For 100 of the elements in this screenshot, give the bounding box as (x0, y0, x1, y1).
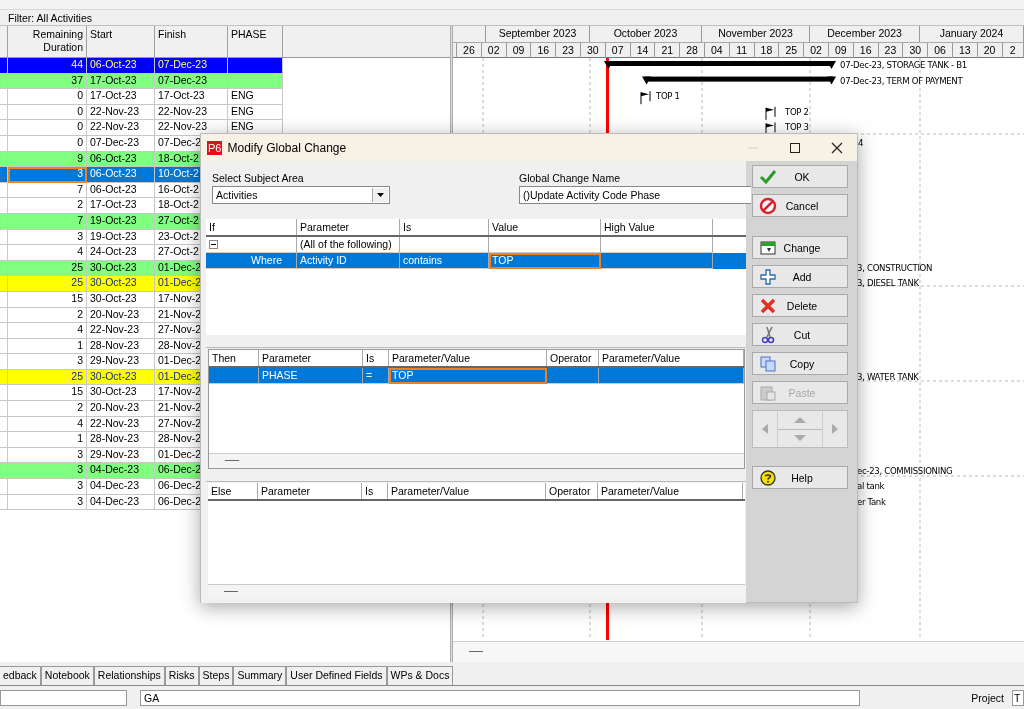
table-cell: 07-Dec-23 (155, 58, 228, 74)
table-cell: 17-Oct-23 (155, 89, 228, 105)
month-header: January 2024 (920, 26, 1024, 42)
bar-label: er Tank (857, 495, 886, 508)
week-header: 25 (779, 42, 805, 58)
column-header: Then (209, 350, 259, 366)
cancel-button[interactable]: Cancel (752, 194, 848, 217)
column-header: If (206, 219, 297, 235)
table-cell: 30-Oct-23 (87, 276, 155, 292)
table-cell: ENG (228, 89, 283, 105)
table-cell: Activity ID (300, 253, 347, 268)
table-cell (228, 58, 283, 74)
column-header: Parameter (258, 483, 362, 499)
table-cell: 22-Nov-23 (87, 120, 155, 136)
week-header: 02 (481, 42, 507, 58)
detail-tab[interactable]: Summary (233, 666, 287, 685)
table-cell: 22-Nov-23 (87, 323, 155, 339)
action-row[interactable]: PHASE = TOP (209, 368, 744, 384)
copy-button[interactable]: Copy (752, 352, 848, 375)
subject-area-dropdown[interactable]: Activities (212, 186, 390, 204)
table-row[interactable]: 0 22-Nov-23 22-Nov-23 ENG (0, 120, 283, 136)
description-field[interactable]: GA (140, 690, 860, 706)
table-cell: 7 (8, 213, 87, 230)
bar-label: al tank (857, 480, 885, 493)
column-header: Is (363, 350, 389, 366)
add-button[interactable]: Add (752, 265, 848, 288)
x-icon (759, 296, 777, 315)
week-header: 23 (556, 42, 581, 58)
condition-row[interactable]: Where Activity ID contains TOP (206, 253, 746, 269)
table-cell: 4 (8, 245, 87, 261)
input-field[interactable] (0, 690, 127, 706)
week-header: 16 (531, 42, 557, 58)
table-cell: 17-Oct-23 (87, 89, 155, 105)
column-header: Operator (547, 350, 599, 366)
table-cell: 04-Dec-23 (87, 479, 155, 495)
table-cell: 0 (8, 89, 87, 105)
month-header: October 2023 (590, 26, 702, 42)
table-cell: 25 (8, 276, 87, 292)
detail-tab[interactable]: Risks (164, 666, 199, 685)
copy-icon (759, 354, 777, 373)
week-header: 30 (581, 42, 606, 58)
left-arrow-icon (762, 424, 768, 434)
table-cell: 20-Nov-23 (87, 401, 155, 417)
table-cell: 30-Oct-23 (87, 291, 155, 308)
summary-bar[interactable] (642, 76, 836, 85)
up-arrow-icon (794, 416, 806, 423)
week-header: 26 (457, 42, 482, 58)
table-cell: 1 (8, 432, 87, 448)
window-icon (759, 238, 777, 257)
week-header: 09 (506, 42, 532, 58)
table-cell: 2 (8, 401, 87, 417)
detail-tab[interactable]: edback (0, 666, 41, 685)
month-header: November 2023 (702, 26, 810, 42)
column-header[interactable]: Finish (155, 26, 228, 57)
column-header: Parameter/Value (598, 483, 743, 499)
table-cell: 24-Oct-23 (87, 245, 155, 261)
table-cell: 2 (8, 198, 87, 214)
detail-tab[interactable]: WPs & Docs (386, 666, 454, 685)
maximize-icon[interactable] (789, 141, 801, 154)
collapse-icon[interactable] (209, 240, 218, 249)
milestone-marker[interactable] (765, 121, 776, 136)
column-header[interactable]: Start (87, 26, 155, 57)
column-header: Else (208, 483, 258, 499)
close-icon[interactable] (831, 141, 843, 154)
column-header[interactable]: Remaining Duration (8, 26, 87, 57)
scissors-icon (759, 325, 777, 344)
down-arrow-icon (794, 435, 806, 442)
detail-tab[interactable]: Notebook (40, 666, 94, 685)
help-button[interactable]: Help (752, 466, 848, 489)
week-header: 11 (729, 42, 755, 58)
week-header: 23 (878, 42, 904, 58)
milestone-marker[interactable] (640, 90, 651, 105)
bar-label: 3, CONSTRUCTION (857, 261, 933, 274)
detail-tab[interactable]: User Defined Fields (286, 666, 387, 685)
ok-button[interactable]: OK (752, 165, 848, 188)
week-header: 09 (828, 42, 854, 58)
table-row[interactable]: 44 06-Oct-23 07-Dec-23 (0, 58, 283, 74)
table-cell: 04-Dec-23 (87, 494, 155, 511)
week-header: 20 (977, 42, 1003, 58)
table-row[interactable]: 0 17-Oct-23 17-Oct-23 ENG (0, 89, 283, 105)
column-header[interactable]: PHASE (228, 26, 283, 57)
plus-icon (759, 267, 777, 286)
column-header: Parameter (297, 219, 400, 235)
prohibited-icon (759, 196, 777, 215)
check-icon (759, 167, 777, 186)
detail-tab[interactable]: Relationships (93, 666, 165, 685)
week-header: 30 (903, 42, 929, 58)
column-header: Parameter (259, 350, 363, 366)
table-cell: contains (403, 253, 443, 268)
milestone-marker[interactable] (765, 106, 776, 121)
change-button[interactable]: Change (752, 236, 848, 259)
cut-button[interactable]: Cut (752, 323, 848, 346)
column-header: Value (489, 219, 601, 235)
detail-tab[interactable]: Steps (198, 666, 234, 685)
delete-button[interactable]: Delete (752, 294, 848, 317)
project-field[interactable]: T (1012, 690, 1024, 706)
summary-bar[interactable] (604, 61, 836, 69)
column-header: Is (362, 483, 388, 499)
global-change-name-field[interactable]: ()Update Activity Code Phase (519, 186, 751, 204)
table-cell: (All of the following) (300, 237, 392, 252)
